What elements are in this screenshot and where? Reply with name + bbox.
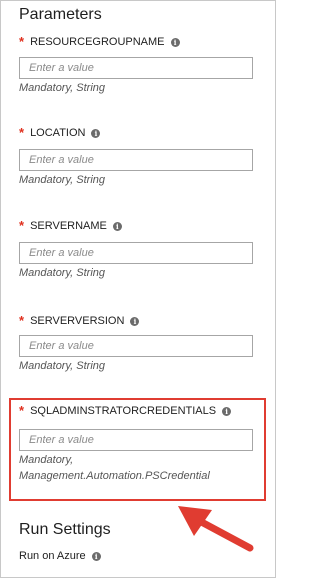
info-icon[interactable]: i	[222, 406, 232, 416]
param-label-location: * LOCATION i	[19, 125, 101, 140]
info-icon[interactable]: i	[130, 316, 140, 326]
required-marker: *	[19, 313, 25, 328]
run-on-azure-label: Run on Azure i	[19, 550, 101, 562]
location-input[interactable]	[19, 149, 253, 171]
param-label-serverversion: * SERVERVERSION i	[19, 313, 140, 328]
param-label-resourcegroupname: * RESOURCEGROUPNAME i	[19, 34, 180, 49]
param-name: SQLADMINSTRATORCREDENTIALS	[30, 405, 217, 417]
serverversion-input[interactable]	[19, 335, 253, 357]
param-name: RESOURCEGROUPNAME	[30, 36, 165, 48]
required-marker: *	[19, 34, 25, 49]
param-hint-line: Mandatory,	[19, 454, 74, 466]
param-hint: Mandatory, String	[19, 174, 106, 186]
annotation-arrow-icon	[178, 506, 254, 552]
sqladminstratorcredentials-input[interactable]	[19, 429, 253, 451]
required-marker: *	[19, 125, 25, 140]
required-marker: *	[19, 218, 25, 233]
required-marker: *	[19, 403, 25, 418]
param-hint: Mandatory, Management.Automation.PSCrede…	[19, 452, 259, 484]
info-icon[interactable]: i	[91, 551, 101, 561]
info-icon[interactable]: i	[112, 221, 122, 231]
servername-input[interactable]	[19, 242, 253, 264]
run-settings-heading: Run Settings	[19, 521, 111, 538]
parameters-heading: Parameters	[19, 6, 102, 23]
param-label-servername: * SERVERNAME i	[19, 218, 122, 233]
param-hint: Mandatory, String	[19, 267, 106, 279]
param-name: SERVERVERSION	[30, 315, 125, 327]
run-on-azure-text: Run on Azure	[19, 550, 86, 562]
info-icon[interactable]: i	[170, 37, 180, 47]
param-hint-line: Management.Automation.PSCredential	[19, 470, 210, 482]
param-name: LOCATION	[30, 127, 86, 139]
info-icon[interactable]: i	[91, 128, 101, 138]
param-hint: Mandatory, String	[19, 360, 106, 372]
param-name: SERVERNAME	[30, 220, 107, 232]
param-hint: Mandatory, String	[19, 82, 106, 94]
resourcegroupname-input[interactable]	[19, 57, 253, 79]
param-label-sqladminstratorcredentials: * SQLADMINSTRATORCREDENTIALS i	[19, 403, 232, 418]
